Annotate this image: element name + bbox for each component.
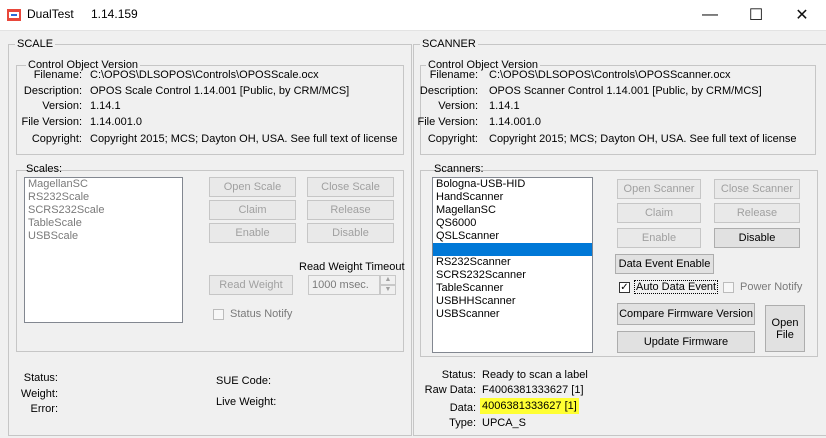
scale-status-label: Status:: [23, 372, 58, 384]
raw-data-label: Raw Data:: [424, 384, 476, 396]
scale-group-label: SCALE: [15, 38, 56, 50]
claim-scale-button[interactable]: Claim: [209, 200, 296, 220]
timeout-spin-down[interactable]: ▼: [380, 285, 396, 295]
list-item[interactable]: [433, 243, 592, 256]
list-item[interactable]: HandScanner: [433, 191, 592, 204]
scale-description: OPOS Scale Control 1.14.001 [Public, by …: [90, 85, 350, 97]
data-label: Data:: [449, 402, 476, 414]
list-item[interactable]: RS232Scale: [25, 191, 182, 204]
scanner-status-label: Status:: [441, 369, 476, 381]
checkmark-icon: ✓: [620, 282, 629, 293]
power-notify-checkbox[interactable]: [723, 282, 734, 293]
list-item[interactable]: USBScale: [25, 230, 182, 243]
compare-firmware-button[interactable]: Compare Firmware Version: [617, 303, 755, 325]
scanner-copyright-label: Copyright:: [427, 133, 478, 145]
scale-description-label: Description:: [23, 85, 82, 97]
scale-version-label: Version:: [42, 100, 82, 112]
status-notify-checkbox[interactable]: [213, 309, 224, 320]
open-file-label-line1: Open: [771, 316, 799, 329]
minimize-button[interactable]: —: [687, 0, 733, 30]
scanner-version: 1.14.1: [489, 100, 520, 112]
timeout-spin-up[interactable]: ▲: [380, 275, 396, 285]
enable-scanner-button[interactable]: Enable: [617, 228, 701, 248]
release-scale-button[interactable]: Release: [307, 200, 394, 220]
scale-copyright: Copyright 2015; MCS; Dayton OH, USA. See…: [90, 133, 398, 145]
maximize-icon: ☐: [748, 7, 764, 24]
close-button[interactable]: ✕: [779, 0, 825, 30]
minimize-icon: —: [702, 6, 718, 23]
scanner-copyright: Copyright 2015; MCS; Dayton OH, USA. See…: [489, 133, 797, 145]
auto-data-event-label: Auto Data Event: [634, 280, 719, 294]
scanner-status: Ready to scan a label: [482, 369, 588, 381]
read-weight-button[interactable]: Read Weight: [209, 275, 293, 295]
read-weight-timeout-field[interactable]: 1000 msec.: [308, 275, 380, 295]
close-scale-button[interactable]: Close Scale: [307, 177, 394, 197]
list-item[interactable]: SCRS232Scale: [25, 204, 182, 217]
claim-scanner-button[interactable]: Claim: [617, 203, 701, 223]
scanner-description-label: Description:: [419, 85, 478, 97]
scanner-filename-label: Filename:: [429, 69, 478, 81]
open-scale-button[interactable]: Open Scale: [209, 177, 296, 197]
release-scanner-button[interactable]: Release: [714, 203, 800, 223]
disable-scale-button[interactable]: Disable: [307, 223, 394, 243]
scale-error-label: Error:: [30, 403, 59, 415]
spin-up-icon: ▲: [384, 276, 392, 283]
type-value: UPCA_S: [482, 417, 527, 429]
app-icon: [7, 9, 21, 21]
scanner-group-label: SCANNER: [420, 38, 478, 50]
data-event-enable-button[interactable]: Data Event Enable: [615, 254, 714, 274]
scale-file-version-label: File Version:: [21, 116, 82, 128]
spin-down-icon: ▼: [384, 286, 392, 293]
scales-listbox[interactable]: MagellanSC RS232Scale SCRS232Scale TableSca…: [24, 177, 183, 323]
read-weight-timeout-label: Read Weight Timeout: [299, 261, 405, 273]
list-item[interactable]: USBScanner: [433, 308, 592, 321]
list-item[interactable]: RS232Scanner: [433, 256, 592, 269]
close-scanner-button[interactable]: Close Scanner: [714, 179, 800, 199]
scanner-description: OPOS Scanner Control 1.14.001 [Public, b…: [489, 85, 762, 97]
maximize-button[interactable]: ☐: [733, 0, 779, 30]
raw-data-value: F4006381333627 [1]: [482, 384, 584, 396]
window-title: DualTest: [27, 7, 74, 21]
list-item[interactable]: TableScale: [25, 217, 182, 230]
update-firmware-button[interactable]: Update Firmware: [617, 331, 755, 353]
list-item[interactable]: QS6000: [433, 217, 592, 230]
close-icon: ✕: [795, 7, 809, 24]
type-label: Type:: [449, 417, 476, 429]
title-bar[interactable]: DualTest 1.14.159 — ☐ ✕: [0, 0, 826, 31]
scale-filename: C:\OPOS\DLSOPOS\Controls\OPOSScale.ocx: [90, 69, 319, 81]
list-item[interactable]: Bologna-USB-HID: [433, 178, 592, 191]
open-file-label-line2: File: [776, 328, 794, 341]
list-item[interactable]: TableScanner: [433, 282, 592, 295]
window-version: 1.14.159: [91, 7, 138, 21]
scale-copyright-label: Copyright:: [31, 133, 82, 145]
scanner-file-version: 1.14.001.0: [489, 116, 541, 128]
scanners-listbox[interactable]: Bologna-USB-HID HandScanner MagellanSC QS60…: [432, 177, 593, 353]
scale-file-version: 1.14.001.0: [90, 116, 142, 128]
list-item[interactable]: MagellanSC: [433, 204, 592, 217]
auto-data-event-checkbox[interactable]: ✓: [619, 282, 630, 293]
scanner-file-version-label: File Version:: [417, 116, 478, 128]
scanners-list-label: Scanners:: [434, 163, 484, 175]
scale-version: 1.14.1: [90, 100, 121, 112]
power-notify-label: Power Notify: [740, 281, 803, 293]
open-file-button[interactable]: Open File: [765, 305, 805, 352]
disable-scanner-button[interactable]: Disable: [714, 228, 800, 248]
list-item[interactable]: USBHHScanner: [433, 295, 592, 308]
scanner-filename: C:\OPOS\DLSOPOS\Controls\OPOSScanner.ocx: [489, 69, 731, 81]
sue-code-label: SUE Code:: [216, 375, 272, 387]
scale-weight-label: Weight:: [20, 388, 58, 400]
list-item[interactable]: MagellanSC: [25, 178, 182, 191]
list-item[interactable]: SCRS232Scanner: [433, 269, 592, 282]
scanner-version-label: Version:: [438, 100, 478, 112]
scales-list-label: Scales:: [26, 163, 63, 175]
live-weight-label: Live Weight:: [216, 396, 277, 408]
enable-scale-button[interactable]: Enable: [209, 223, 296, 243]
list-item[interactable]: QSLScanner: [433, 230, 592, 243]
data-value: 4006381333627 [1]: [480, 398, 579, 414]
status-notify-label: Status Notify: [230, 308, 293, 320]
scale-filename-label: Filename:: [33, 69, 82, 81]
open-scanner-button[interactable]: Open Scanner: [617, 179, 701, 199]
